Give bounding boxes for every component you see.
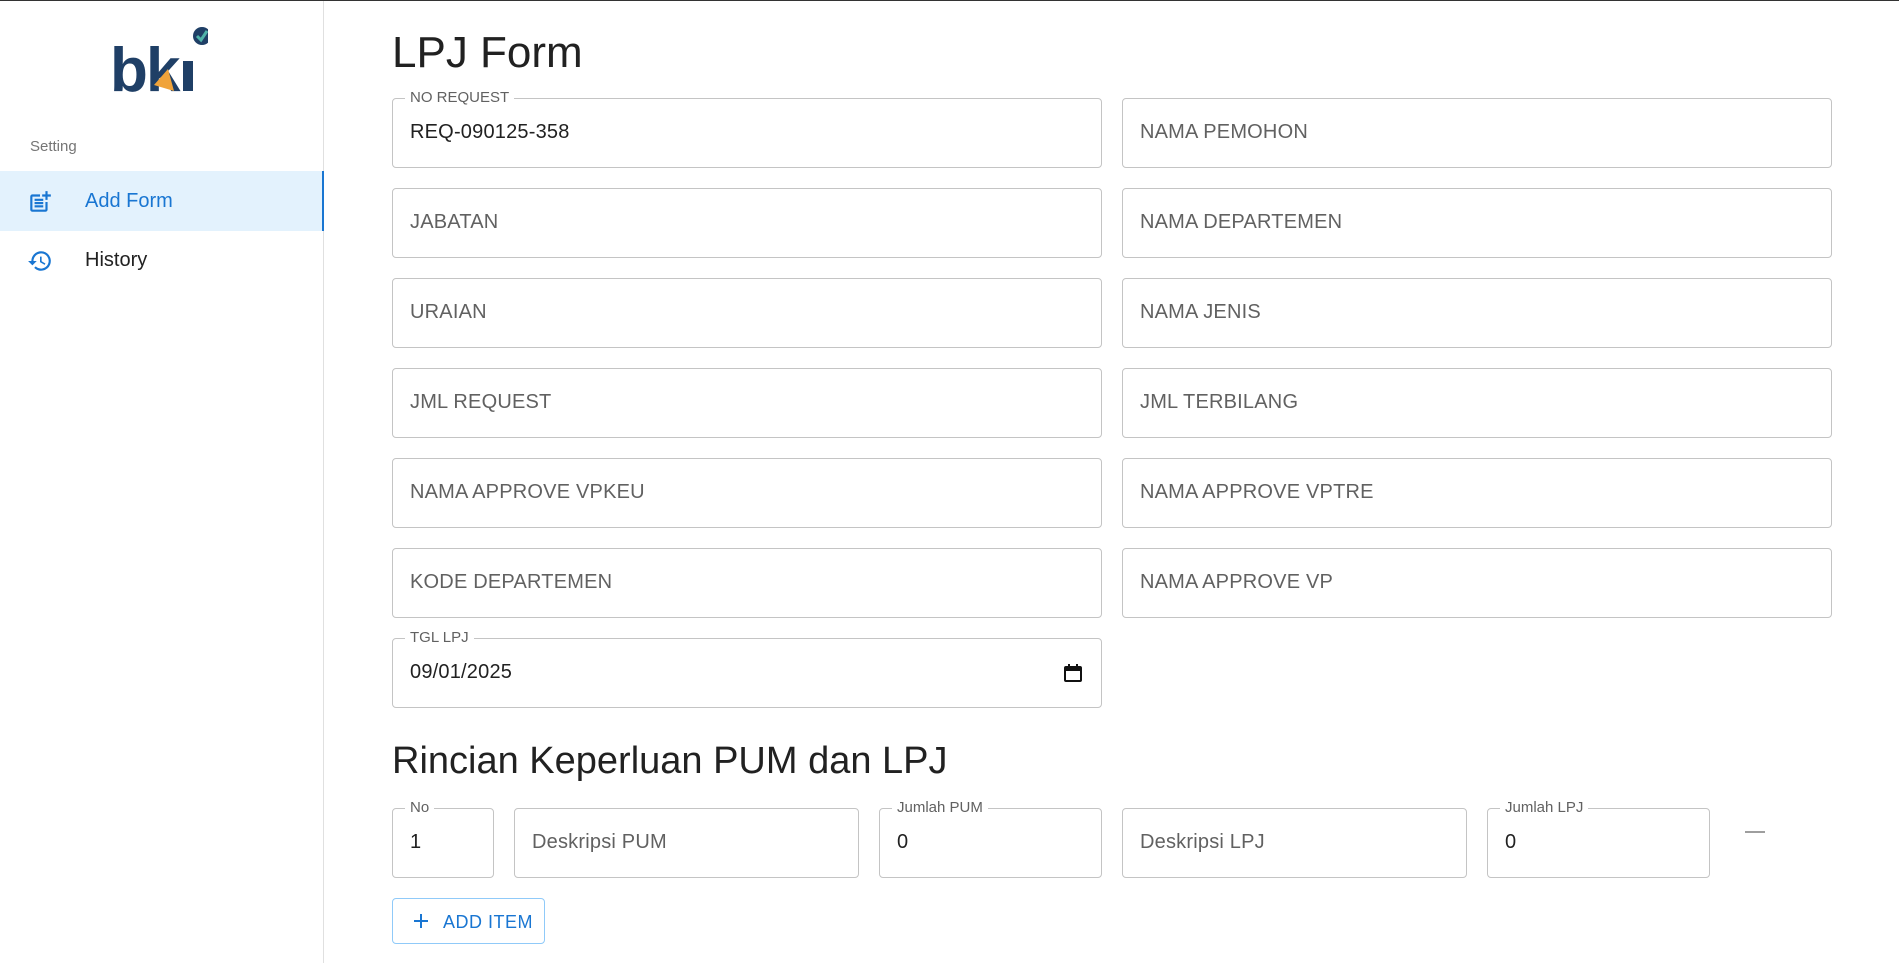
- nama-departemen-field[interactable]: NAMA DEPARTEMEN: [1122, 188, 1832, 258]
- jabatan-field[interactable]: JABATAN: [392, 188, 1102, 258]
- uraian-field[interactable]: URAIAN: [392, 278, 1102, 348]
- nama-approve-vpkeu-field[interactable]: NAMA APPROVE VPKEU: [392, 458, 1102, 528]
- tgl-lpj-value: 09/01/2025: [410, 661, 513, 683]
- jml-request-placeholder: JML REQUEST: [410, 391, 552, 413]
- nama-approve-vp-placeholder: NAMA APPROVE VP: [1140, 571, 1334, 593]
- nama-approve-vp-field[interactable]: NAMA APPROVE VP: [1122, 548, 1832, 618]
- jumlah-pum-value: 0: [897, 831, 909, 853]
- jumlah-lpj-label: Jumlah LPJ: [1500, 799, 1589, 817]
- items-section-title: Rincian Keperluan PUM dan LPJ: [392, 740, 948, 782]
- nama-approve-vptre-placeholder: NAMA APPROVE VPTRE: [1140, 481, 1374, 503]
- history-icon: [27, 248, 53, 274]
- nama-pemohon-placeholder: NAMA PEMOHON: [1140, 121, 1308, 143]
- bki-logo: b k: [108, 23, 211, 105]
- deskripsi-lpj-field[interactable]: Deskripsi LPJ: [1122, 808, 1467, 878]
- jml-request-field[interactable]: JML REQUEST: [392, 368, 1102, 438]
- sidebar: b k Setting Add Form History: [0, 1, 324, 963]
- sidebar-item-add-form[interactable]: Add Form: [0, 171, 324, 231]
- svg-text:b: b: [110, 36, 146, 95]
- deskripsi-lpj-placeholder: Deskripsi LPJ: [1140, 831, 1265, 853]
- nama-jenis-placeholder: NAMA JENIS: [1140, 301, 1261, 323]
- remove-item-icon[interactable]: [1745, 831, 1765, 833]
- no-request-value: REQ-090125-358: [410, 121, 570, 143]
- jml-terbilang-field[interactable]: JML TERBILANG: [1122, 368, 1832, 438]
- nama-approve-vpkeu-placeholder: NAMA APPROVE VPKEU: [410, 481, 645, 503]
- jabatan-placeholder: JABATAN: [410, 211, 499, 233]
- item-no-field[interactable]: No 1: [392, 799, 494, 878]
- nama-departemen-placeholder: NAMA DEPARTEMEN: [1140, 211, 1343, 233]
- jumlah-lpj-value: 0: [1505, 831, 1517, 853]
- tgl-lpj-field[interactable]: TGL LPJ 09/01/2025: [392, 629, 1102, 708]
- add-item-button[interactable]: ADD ITEM: [392, 898, 545, 944]
- nama-approve-vptre-field[interactable]: NAMA APPROVE VPTRE: [1122, 458, 1832, 528]
- kode-departemen-field[interactable]: KODE DEPARTEMEN: [392, 548, 1102, 618]
- item-no-value: 1: [410, 831, 422, 853]
- sidebar-item-history[interactable]: History: [0, 230, 324, 290]
- sidebar-item-label: Add Form: [85, 189, 173, 212]
- calendar-icon[interactable]: [1063, 663, 1083, 683]
- sidebar-item-label: History: [85, 248, 148, 271]
- deskripsi-pum-placeholder: Deskripsi PUM: [532, 831, 667, 853]
- jumlah-pum-label: Jumlah PUM: [892, 799, 988, 817]
- kode-departemen-placeholder: KODE DEPARTEMEN: [410, 571, 613, 593]
- no-request-label: NO REQUEST: [405, 89, 515, 107]
- tgl-lpj-label: TGL LPJ: [405, 629, 474, 647]
- uraian-placeholder: URAIAN: [410, 301, 487, 323]
- no-request-field[interactable]: NO REQUEST REQ-090125-358: [392, 89, 1102, 168]
- nama-jenis-field[interactable]: NAMA JENIS: [1122, 278, 1832, 348]
- post-add-icon: [27, 189, 53, 215]
- page-title: LPJ Form: [392, 28, 583, 77]
- item-no-label: No: [405, 799, 435, 817]
- deskripsi-pum-field[interactable]: Deskripsi PUM: [514, 808, 859, 878]
- add-item-label: ADD ITEM: [443, 912, 534, 932]
- jumlah-pum-field[interactable]: Jumlah PUM 0: [879, 799, 1102, 878]
- jumlah-lpj-field[interactable]: Jumlah LPJ 0: [1487, 799, 1710, 878]
- jml-terbilang-placeholder: JML TERBILANG: [1140, 391, 1299, 413]
- plus-icon: [413, 913, 429, 929]
- nama-pemohon-field[interactable]: NAMA PEMOHON: [1122, 98, 1832, 168]
- sidebar-section-label: Setting: [30, 138, 77, 155]
